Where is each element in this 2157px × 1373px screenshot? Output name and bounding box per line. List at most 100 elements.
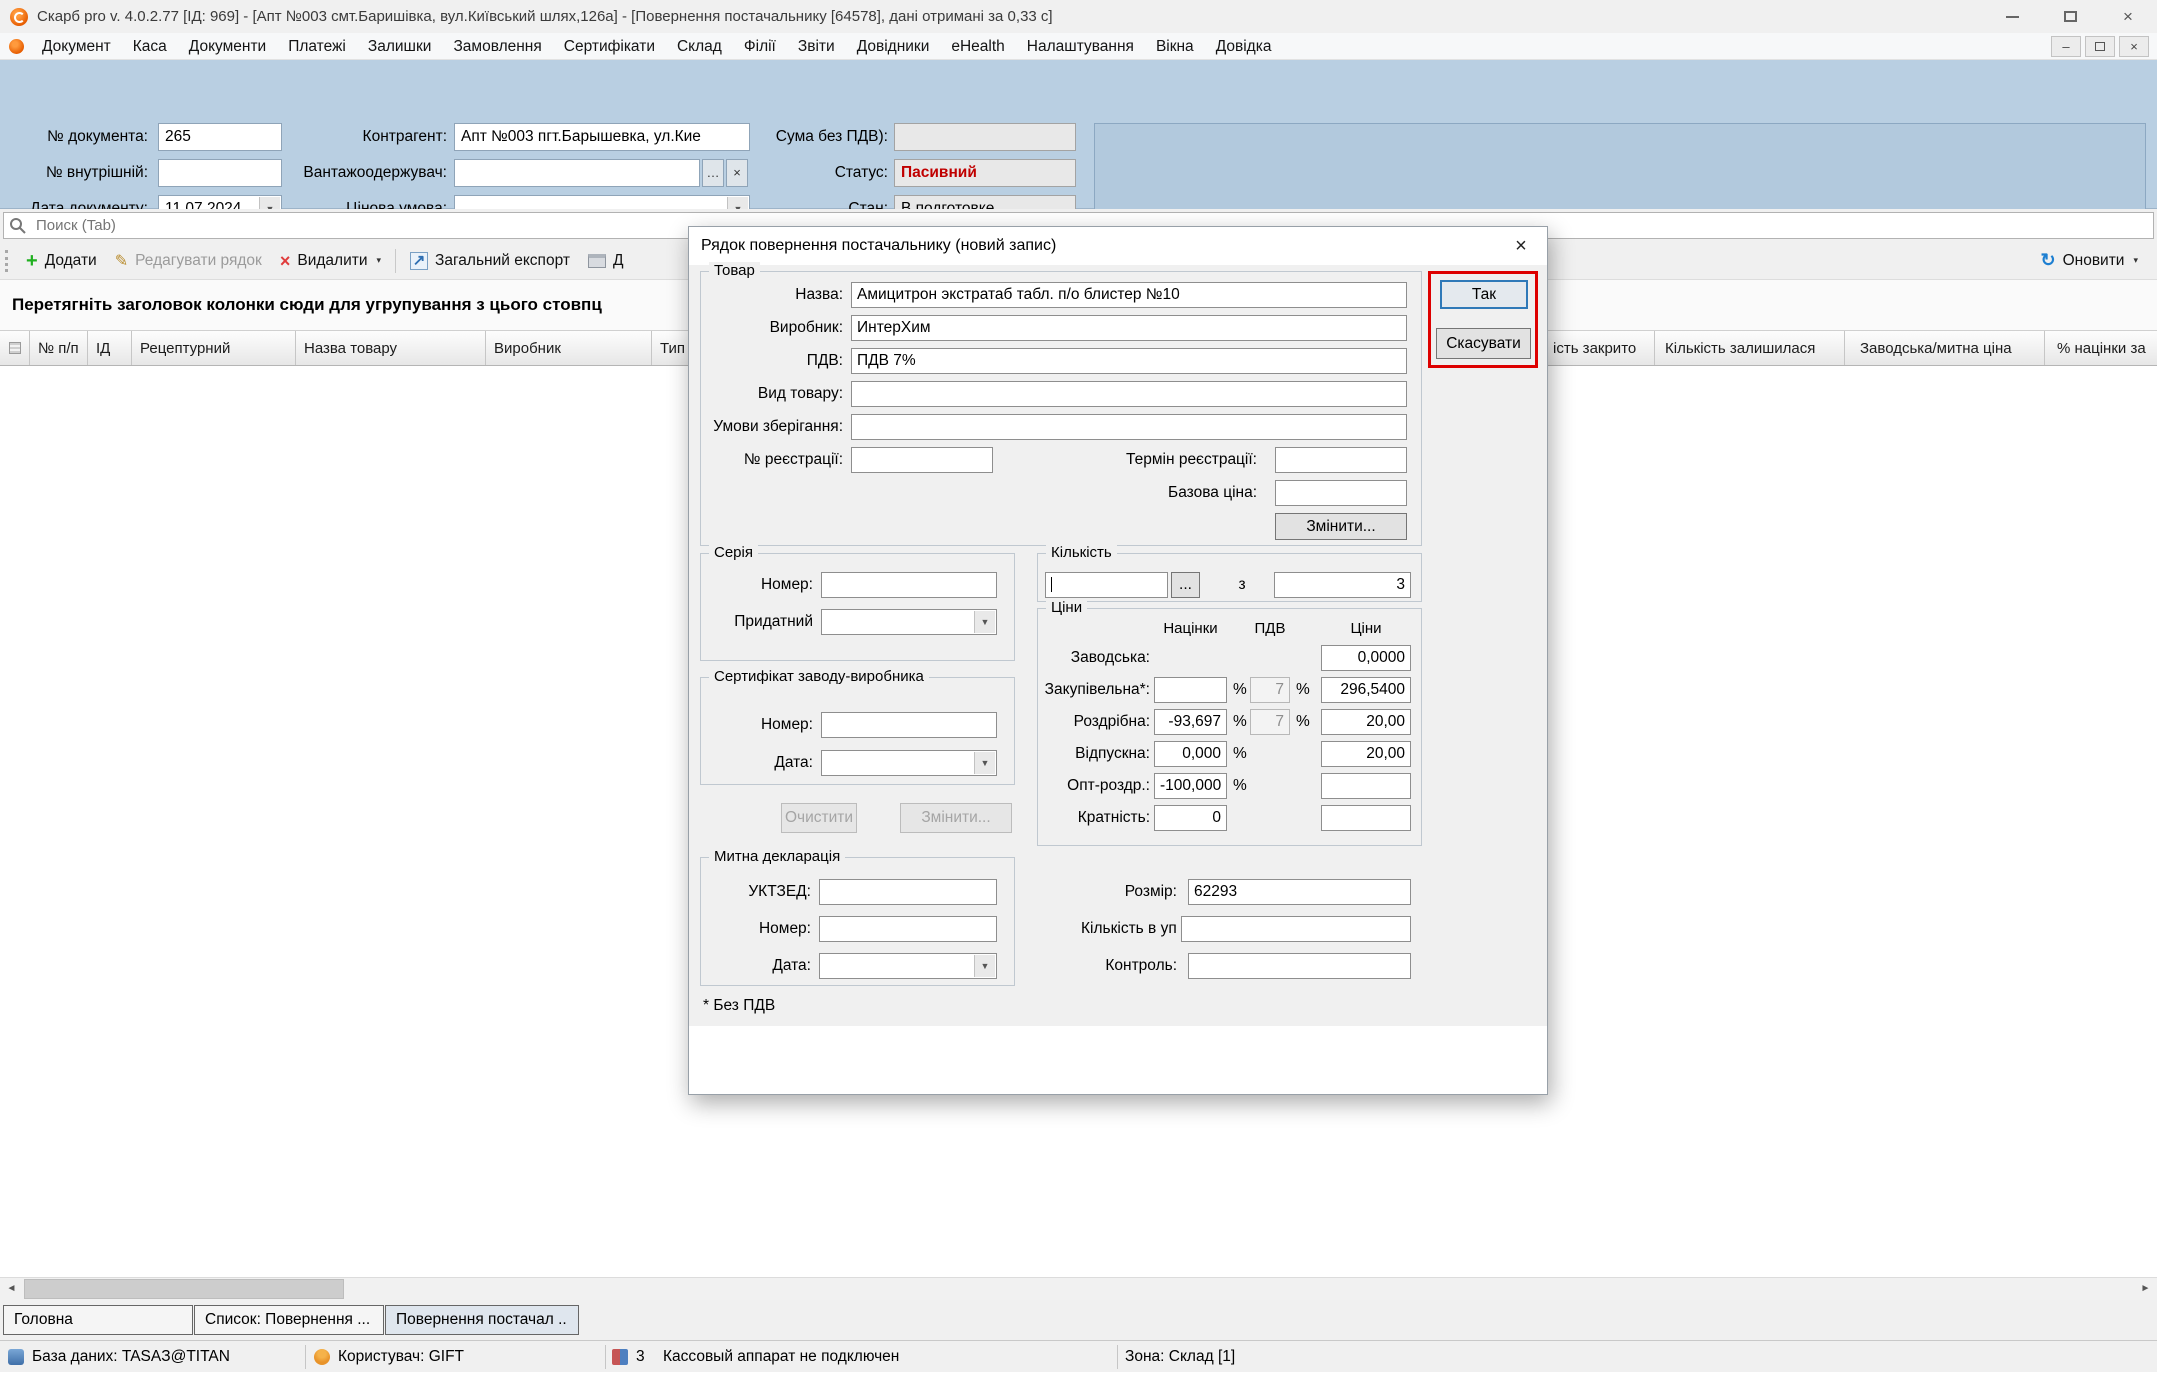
menu-item-windows[interactable]: Вікна (1145, 33, 1205, 60)
contractor-input[interactable]: Апт №003 пгт.Барышевка, ул.Кие (454, 123, 750, 151)
menu-item-orders[interactable]: Замовлення (442, 33, 552, 60)
cancel-button[interactable]: Скасувати (1436, 328, 1531, 359)
menu-item-kasa[interactable]: Каса (122, 33, 178, 60)
product-name-label: Назва: (700, 282, 843, 308)
delete-row-button[interactable]: × Видалити ▾ (271, 246, 390, 276)
change-product-button[interactable]: Змінити... (1275, 513, 1407, 540)
header-cell-id[interactable]: ІД (88, 331, 132, 365)
menu-item-stocks[interactable]: Залишки (357, 33, 443, 60)
header-cell-factory-price[interactable]: Заводська/митна ціна (1845, 331, 2045, 365)
product-name-input[interactable]: Амицитрон экстратаб табл. п/о блистер №1… (851, 282, 1407, 308)
toolbar-drag-handle[interactable] (5, 250, 8, 272)
doc-number-label: № документа: (0, 123, 148, 151)
chevron-down-icon[interactable]: ▼ (974, 611, 995, 633)
retail-price-input[interactable]: 20,00 (1321, 709, 1411, 735)
tab-returns-list[interactable]: Список: Повернення ... (194, 1305, 384, 1335)
certificate-clear-button[interactable]: Очистити (781, 803, 857, 833)
reg-term-input[interactable] (1275, 447, 1407, 473)
multiplicity-input[interactable]: 0 (1154, 805, 1227, 831)
scroll-right-button[interactable]: ► (2134, 1278, 2157, 1300)
menu-bar: Документ Каса Документи Платежі Залишки … (0, 33, 2157, 60)
quantity-total-input[interactable]: 3 (1274, 572, 1411, 598)
purchase-vat-input: 7 (1250, 677, 1290, 703)
certificate-groupbox-legend: Сертифікат заводу-виробника (709, 668, 929, 685)
customs-number-input[interactable] (819, 916, 997, 942)
series-valid-combobox[interactable]: ▼ (821, 609, 997, 635)
mdi-minimize-button[interactable]: – (2051, 36, 2081, 57)
prices-groupbox-legend: Ціни (1046, 599, 1087, 616)
header-cell-product-name[interactable]: Назва товару (296, 331, 486, 365)
customs-date-combobox[interactable]: ▼ (819, 953, 997, 979)
menu-item-reports[interactable]: Звіти (787, 33, 846, 60)
consignee-lookup-button[interactable]: … (702, 159, 724, 187)
tab-home[interactable]: Головна (3, 1305, 193, 1335)
header-cell-markup-pct[interactable]: % націнки за (2045, 331, 2157, 365)
menu-item-directories[interactable]: Довідники (846, 33, 941, 60)
retail-markup-input[interactable]: -93,697 (1154, 709, 1227, 735)
factory-price-input[interactable]: 0,0000 (1321, 645, 1411, 671)
menu-item-branches[interactable]: Філії (733, 33, 787, 60)
uktzed-input[interactable] (819, 879, 997, 905)
edit-row-button[interactable]: ✎ Редагувати рядок (106, 246, 271, 276)
menu-item-document[interactable]: Документ (31, 33, 122, 60)
vat-input[interactable]: ПДВ 7% (851, 348, 1407, 374)
menu-item-ehealth[interactable]: eHealth (940, 33, 1015, 60)
header-cell-row-number[interactable]: № п/п (30, 331, 88, 365)
close-button[interactable]: × (2099, 0, 2157, 33)
multiplicity-price-input[interactable] (1321, 805, 1411, 831)
product-kind-input[interactable] (851, 381, 1407, 407)
quantity-input[interactable] (1045, 572, 1168, 598)
selling-markup-input[interactable]: 0,000 (1154, 741, 1227, 767)
consignee-clear-button[interactable]: × (726, 159, 748, 187)
menu-item-help[interactable]: Довідка (1205, 33, 1283, 60)
minimize-button[interactable] (1983, 0, 2041, 33)
base-price-input[interactable] (1275, 480, 1407, 506)
certificate-date-combobox[interactable]: ▼ (821, 750, 997, 776)
purchase-price-input[interactable]: 296,5400 (1321, 677, 1411, 703)
tab-return-to-supplier[interactable]: Повернення постачал .. (385, 1305, 579, 1335)
group-by-hint: Перетягніть заголовок колонки сюди для у… (12, 295, 602, 315)
menu-item-certificates[interactable]: Сертифікати (553, 33, 666, 60)
dialog-close-button[interactable]: × (1507, 233, 1535, 259)
certificate-number-input[interactable] (821, 712, 997, 738)
mdi-close-button[interactable]: × (2119, 36, 2149, 57)
producer-input[interactable]: ИнтерХим (851, 315, 1407, 341)
storage-conditions-input[interactable] (851, 414, 1407, 440)
selling-price-input[interactable]: 20,00 (1321, 741, 1411, 767)
header-cell-producer[interactable]: Виробник (486, 331, 652, 365)
wholesale-markup-input[interactable]: -100,000 (1154, 773, 1227, 799)
header-cell-qty-remaining[interactable]: Кількість залишилася (1655, 331, 1845, 365)
size-input[interactable]: 62293 (1188, 879, 1411, 905)
export-button[interactable]: ↗ Загальний експорт (401, 246, 579, 276)
print-label: Д (613, 252, 624, 270)
menu-item-settings[interactable]: Налаштування (1016, 33, 1145, 60)
chevron-down-icon[interactable]: ▼ (974, 752, 995, 774)
scroll-left-button[interactable]: ◄ (0, 1278, 23, 1300)
certificate-change-button[interactable]: Змінити... (900, 803, 1012, 833)
consignee-input[interactable] (454, 159, 700, 187)
menu-item-payments[interactable]: Платежі (277, 33, 357, 60)
pack-quantity-input[interactable] (1181, 916, 1411, 942)
window-titlebar: Скарб pro v. 4.0.2.77 [ІД: 969] - [Апт №… (0, 0, 2157, 33)
mdi-restore-button[interactable] (2085, 36, 2115, 57)
horizontal-scrollbar[interactable]: ◄ ► (0, 1277, 2157, 1300)
print-button[interactable]: Д (579, 246, 633, 276)
yes-button[interactable]: Так (1440, 280, 1528, 309)
user-icon (314, 1349, 330, 1365)
header-cell-prescription[interactable]: Рецептурний (132, 331, 296, 365)
maximize-button[interactable] (2041, 0, 2099, 33)
quantity-lookup-button[interactable]: ... (1171, 572, 1200, 598)
refresh-button[interactable]: ↻ Оновити ▾ (2031, 246, 2147, 276)
menu-item-documents[interactable]: Документи (178, 33, 277, 60)
control-input[interactable] (1188, 953, 1411, 979)
wholesale-price-input[interactable] (1321, 773, 1411, 799)
chevron-down-icon[interactable]: ▼ (974, 955, 995, 977)
purchase-markup-input[interactable] (1154, 677, 1227, 703)
series-number-input[interactable] (821, 572, 997, 598)
add-row-button[interactable]: + Додати (17, 246, 106, 276)
control-label: Контроль: (1029, 953, 1177, 979)
menu-item-warehouse[interactable]: Склад (666, 33, 733, 60)
reg-number-input[interactable] (851, 447, 993, 473)
scrollbar-thumb[interactable] (24, 1279, 344, 1299)
header-cell-qty-closed[interactable]: ість закрито (1553, 331, 1655, 365)
